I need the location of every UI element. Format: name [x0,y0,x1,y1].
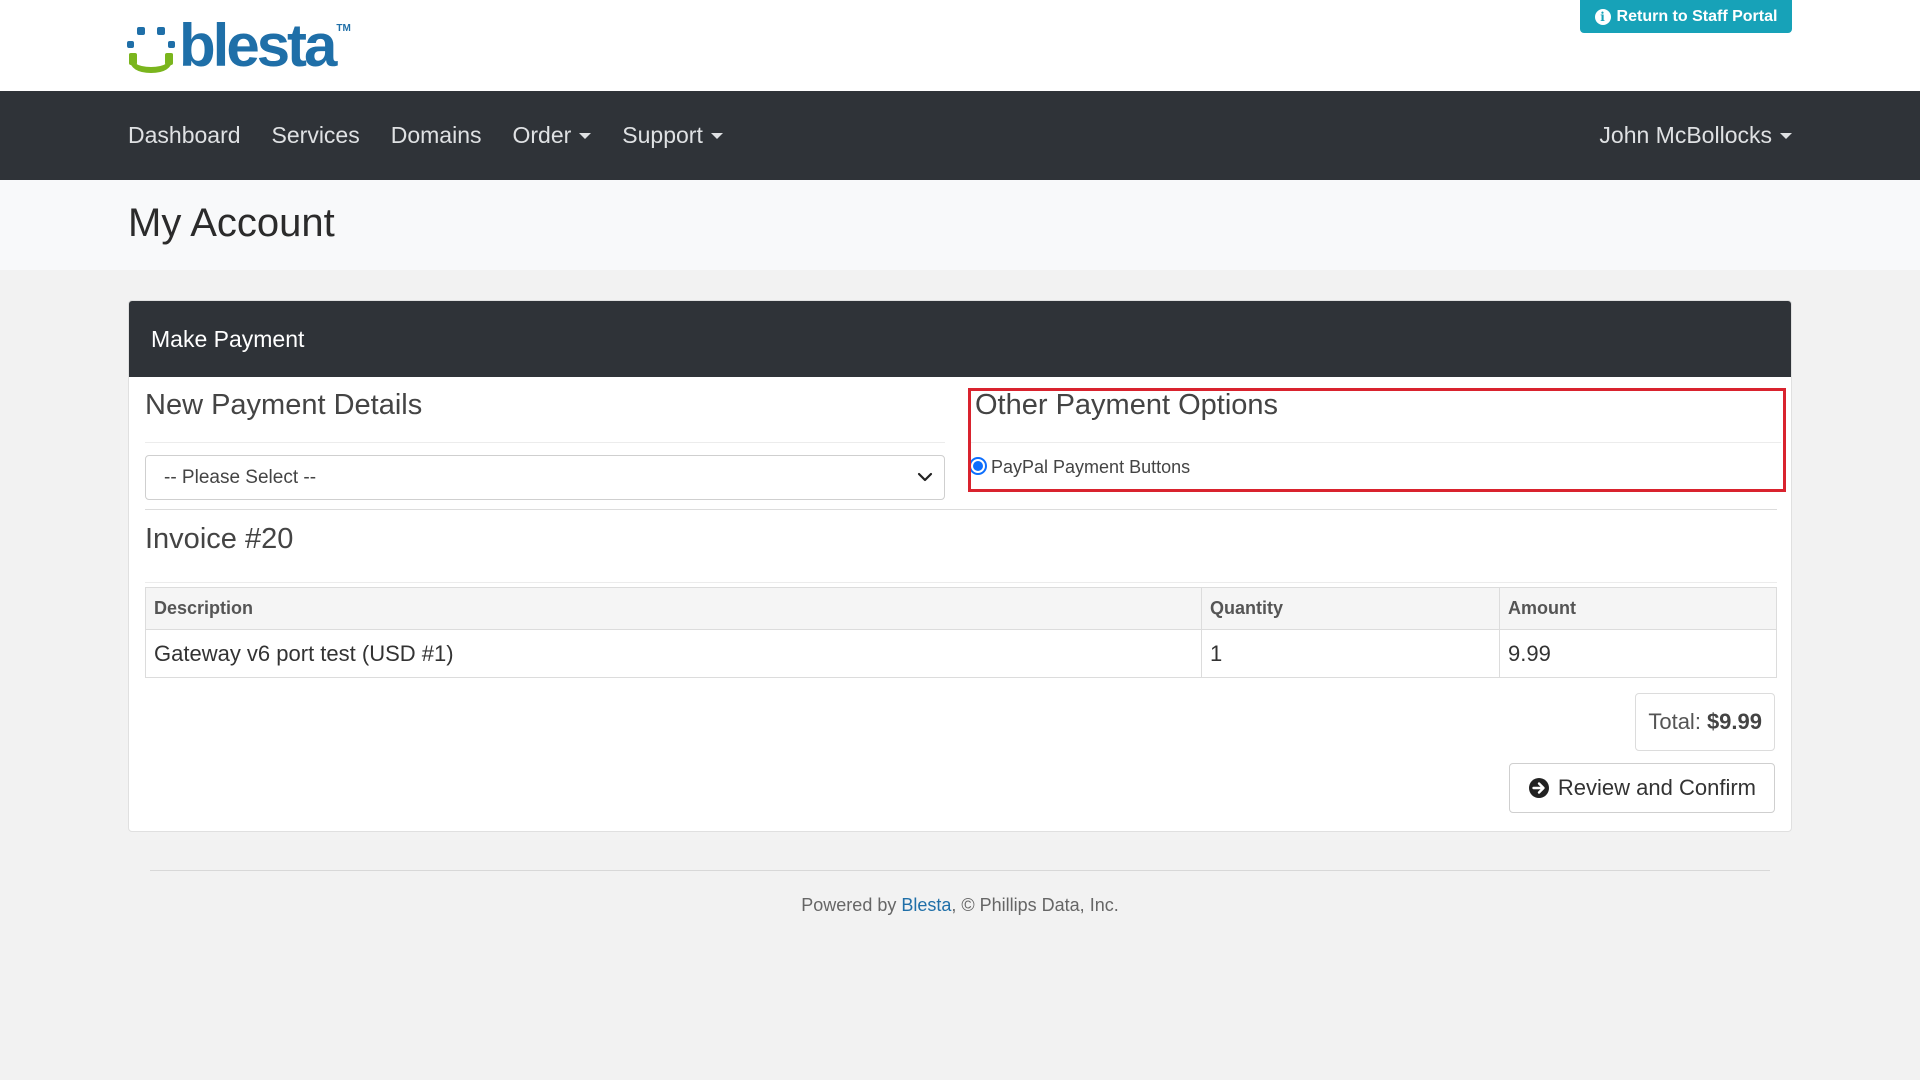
make-payment-card: Make Payment New Payment Details -- Plea… [128,300,1792,832]
other-payment-options-section: Other Payment Options PayPal Payment But… [969,389,1781,478]
top-header: blesta TM i Return to Staff Portal [0,0,1920,91]
logo-smiley-icon [127,27,177,73]
invoice-title: Invoice #20 [145,523,1777,583]
blesta-logo[interactable]: blesta TM [127,12,351,79]
table-row: Gateway v6 port test (USD #1) 1 9.99 [145,629,1777,678]
paypal-option[interactable]: PayPal Payment Buttons [969,456,1781,478]
nav-item-dashboard[interactable]: Dashboard [128,122,241,149]
payment-method-select[interactable]: -- Please Select -- [145,455,945,500]
nav-item-label: Order [512,122,572,148]
staff-button-label: Return to Staff Portal [1616,7,1778,25]
paypal-option-label: PayPal Payment Buttons [991,457,1191,477]
review-and-confirm-button[interactable]: Review and Confirm [1508,763,1775,813]
logo-text: blesta [179,12,337,79]
total-value: $9.99 [1706,709,1762,734]
select-value: -- Please Select -- [164,466,317,488]
caret-down-icon [710,132,723,139]
page-title: My Account [128,201,335,245]
review-button-label: Review and Confirm [1557,775,1756,800]
paypal-radio[interactable] [969,456,987,475]
user-name: John McBollocks [1599,122,1772,148]
cell-quantity: 1 [1201,629,1500,678]
card-title: Make Payment [151,325,305,352]
nav-item-order[interactable]: Order [513,122,592,149]
column-header-quantity: Quantity [1201,587,1500,630]
nav-item-label: Services [271,122,360,148]
nav-right: John McBollocks [1599,91,1792,180]
invoice-table: Description Quantity Amount Gateway v6 p… [145,587,1777,678]
info-icon: i [1594,8,1611,25]
new-payment-details-title: New Payment Details [145,389,945,443]
table-header-row: Description Quantity Amount [145,587,1777,630]
chevron-down-icon [917,472,933,482]
footer-suffix: , © Phillips Data, Inc. [951,895,1119,915]
nav-item-label: Domains [390,122,482,148]
caret-down-icon [579,132,592,139]
page-title-band: My Account [0,180,1920,270]
nav-item-domains[interactable]: Domains [391,122,482,149]
footer: Powered by Blesta, © Phillips Data, Inc. [0,895,1920,916]
nav-item-label: Dashboard [128,122,241,148]
card-header: Make Payment [129,301,1791,377]
nav-item-services[interactable]: Services [272,122,360,149]
cell-amount: 9.99 [1499,629,1777,678]
footer-divider [150,870,1770,871]
blesta-link[interactable]: Blesta [901,895,951,915]
return-to-staff-portal-button[interactable]: i Return to Staff Portal [1580,0,1792,33]
main-navbar: Dashboard Services Domains Order Support… [0,91,1920,180]
user-menu[interactable]: John McBollocks [1599,122,1792,149]
cell-description: Gateway v6 port test (USD #1) [145,629,1202,678]
arrow-circle-right-icon [1528,778,1549,798]
new-payment-details-section: New Payment Details -- Please Select -- [145,389,945,500]
column-header-amount: Amount [1499,587,1777,630]
total-label: Total: [1648,709,1701,734]
column-header-description: Description [145,587,1202,630]
other-payment-options-title: Other Payment Options [969,389,1781,443]
nav-item-label: Support [622,122,703,148]
section-divider [145,509,1777,510]
nav-item-support[interactable]: Support [622,122,723,149]
logo-trademark: TM [336,23,351,34]
footer-prefix: Powered by [801,895,902,915]
total-box: Total: $9.99 [1635,693,1775,751]
nav-left: Dashboard Services Domains Order Support [128,91,723,180]
caret-down-icon [1780,132,1792,139]
